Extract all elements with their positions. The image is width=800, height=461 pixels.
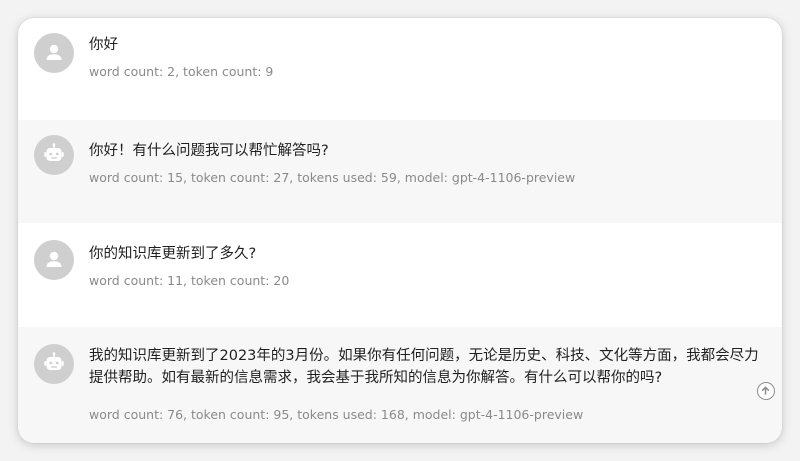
robot-icon (44, 143, 64, 161)
arrow-up-icon (761, 386, 770, 395)
message-text: 我的知识库更新到了2023年的3月份。如果你有任何问题，无论是历史、科技、文化等… (89, 348, 759, 386)
message-row-user: 你的知识库更新到了多久? word count: 11, token count… (18, 223, 782, 327)
message-meta: word count: 76, token count: 95, tokens … (89, 407, 584, 422)
bot-avatar (34, 344, 74, 384)
robot-icon (44, 352, 64, 370)
bot-avatar (34, 135, 74, 175)
message-row-user: 你好 word count: 2, token count: 9 (18, 18, 782, 120)
message-row-assistant: 你好！有什么问题我可以帮忙解答吗? word count: 15, token … (18, 120, 782, 223)
message-meta: word count: 11, token count: 20 (89, 273, 290, 288)
user-avatar (34, 240, 74, 280)
message-text: 你好！有什么问题我可以帮忙解答吗? (89, 143, 329, 159)
message-text: 你的知识库更新到了多久? (89, 246, 257, 262)
user-icon (46, 44, 62, 60)
chat-panel: 你好 word count: 2, token count: 9 你好！有什么问… (18, 18, 782, 443)
scroll-to-top-button[interactable] (757, 382, 775, 400)
message-text: 你好 (89, 37, 118, 53)
message-meta: word count: 2, token count: 9 (89, 64, 274, 79)
message-meta: word count: 15, token count: 27, tokens … (89, 170, 576, 185)
message-row-assistant: 我的知识库更新到了2023年的3月份。如果你有任何问题，无论是历史、科技、文化等… (18, 327, 782, 443)
user-icon (46, 251, 62, 267)
user-avatar (34, 33, 74, 73)
